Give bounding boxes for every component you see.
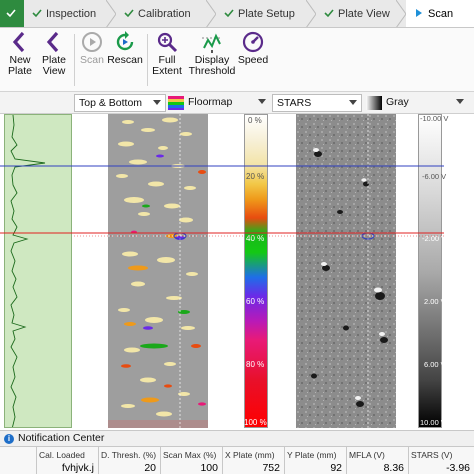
rescan-icon [116,31,134,51]
rescan-button[interactable]: Rescan [106,30,144,90]
speed-button[interactable]: Speed [236,30,270,90]
zoom-extent-icon [157,32,178,53]
dropdown-arrow-icon [153,100,161,105]
button-label: Threshold [188,65,236,77]
status-stars: STARS (V) -3.96 [408,447,474,474]
play-circle-icon [82,32,102,52]
status-bar: Cal. Loaded fvhjvk.j D. Thresh. (%) 20 S… [0,446,474,474]
status-display-threshold: D. Thresh. (%) 20 [98,447,160,474]
status-value: 20 [144,462,156,474]
position-cursor[interactable] [0,114,474,428]
status-value: fvhjvk.j [61,462,94,474]
check-icon [224,9,234,18]
tab-home[interactable] [0,0,24,27]
tab-plate-view[interactable]: Plate View [316,0,407,27]
button-label: Plate [8,65,32,77]
tab-label: Calibration [138,8,191,20]
select-value: STARS [277,97,312,109]
status-y-plate: Y Plate (mm) 92 [284,447,346,474]
back-arrow-icon [46,31,59,53]
status-header: X Plate (mm) [225,450,275,460]
tab-label: Inspection [46,8,97,20]
status-header: MFLA (V) [349,450,385,460]
check-icon [6,9,16,18]
check-icon [324,9,334,18]
tab-plate-setup[interactable]: Plate Setup [216,0,317,27]
speedometer-icon [242,31,264,53]
tab-scan[interactable]: Scan [406,0,474,27]
channel-select[interactable]: STARS [272,94,362,112]
status-scan-max: Scan Max (%) 100 [160,447,222,474]
gray-palette-dropdown[interactable] [452,94,464,112]
status-header: Y Plate (mm) [287,450,337,460]
tab-label: Plate View [338,8,390,20]
notification-title: Notification Center [18,432,105,444]
floormap-palette-icon [168,96,184,110]
floormap-palette-dropdown[interactable] [254,94,266,112]
play-icon [416,9,422,17]
status-header: D. Thresh. (%) [101,450,157,460]
button-label: Scan [80,54,104,66]
dropdown-arrow-icon [456,99,464,104]
status-value: 8.36 [383,462,404,474]
toolbar-divider [74,34,75,86]
surface-select[interactable]: Top & Bottom [74,94,166,112]
tab-inspection[interactable]: Inspection [24,0,117,27]
workflow-tabs: Inspection Calibration Plate Setup Plate… [0,0,474,28]
select-value: Top & Bottom [79,97,143,109]
toolbar: New Plate Plate View Scan Rescan Full Ex… [0,28,474,92]
view-header: Top & Bottom Floormap STARS Gray [0,92,474,114]
scan-button[interactable]: Scan [78,30,106,90]
toolbar-divider [147,34,148,86]
status-mfla: MFLA (V) 8.36 [346,447,408,474]
status-cal-loaded: Cal. Loaded fvhjvk.j [36,447,98,474]
status-header: Scan Max (%) [163,450,217,460]
palette-label: Floormap [188,96,233,108]
back-arrow-icon [12,31,25,53]
check-icon [32,9,42,18]
gray-palette-icon [366,96,382,110]
status-value: 92 [330,462,342,474]
check-icon [124,9,134,18]
notification-center[interactable]: i Notification Center [0,430,474,446]
button-label: Extent [152,65,182,77]
status-value: 100 [200,462,218,474]
full-extent-button[interactable]: Full Extent [150,30,184,90]
display-threshold-button[interactable]: Display Threshold [188,30,236,90]
plate-view-button[interactable]: Plate View [38,30,70,90]
dropdown-arrow-icon [258,99,266,104]
status-header: Cal. Loaded [39,450,85,460]
tab-label: Scan [428,8,454,20]
new-plate-button[interactable]: New Plate [4,30,36,90]
button-label: Speed [237,54,269,66]
button-label: View [42,65,66,77]
tab-label: Plate Setup [238,8,295,20]
status-value: -3.96 [446,462,470,474]
tab-calibration[interactable]: Calibration [116,0,217,27]
info-icon: i [4,434,14,444]
status-value: 752 [262,462,280,474]
threshold-icon [202,33,222,53]
status-header: STARS (V) [411,450,453,460]
status-x-plate: X Plate (mm) 752 [222,447,284,474]
dropdown-arrow-icon [349,100,357,105]
palette-label: Gray [386,96,409,108]
button-label: Rescan [107,54,143,66]
